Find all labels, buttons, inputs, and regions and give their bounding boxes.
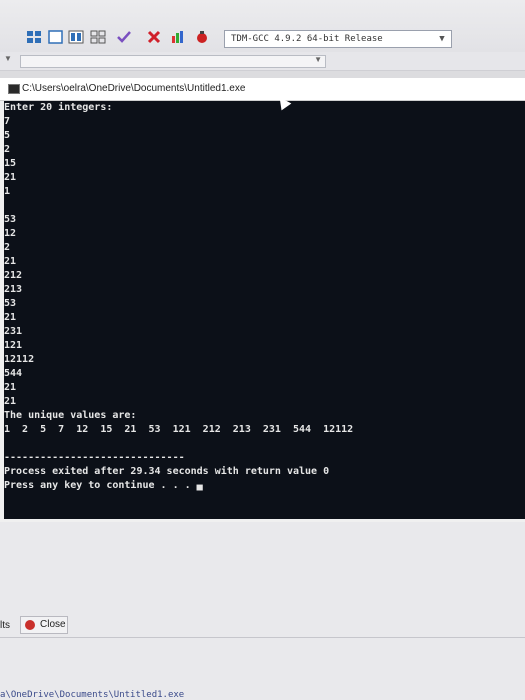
console-line: 1 bbox=[4, 186, 11, 197]
close-button[interactable]: Close bbox=[20, 616, 68, 634]
console-line: 7 bbox=[4, 116, 11, 127]
console-line: The unique values are: bbox=[4, 410, 137, 421]
chevron-down-icon[interactable]: ▼ bbox=[314, 55, 322, 64]
console-line: 21 bbox=[4, 312, 17, 323]
console-line: Press any key to continue . . . ▄ bbox=[4, 480, 203, 491]
console-line: Enter 20 integers: bbox=[4, 102, 113, 113]
console-line: 53 bbox=[4, 298, 17, 309]
bottom-panel: lts Close a\OneDrive\Documents\Untitled1… bbox=[0, 522, 525, 700]
console-window-title: C:\Users\oelra\OneDrive\Documents\Untitl… bbox=[22, 83, 246, 94]
console-line: 121 bbox=[4, 340, 23, 351]
check-icon[interactable] bbox=[116, 30, 132, 44]
console-output[interactable]: Enter 20 integers: 7 5 2 15 21 1 53 12 2 21 212 213 5… bbox=[4, 101, 525, 519]
function-select[interactable]: ▼ bbox=[20, 55, 326, 68]
console-line: 12 bbox=[4, 228, 17, 239]
single-window-icon[interactable] bbox=[48, 30, 64, 44]
debug-icon[interactable] bbox=[194, 30, 210, 44]
console-line: 15 bbox=[4, 158, 17, 169]
compiler-select[interactable]: TDM-GCC 4.9.2 64-bit Release ▼ bbox=[224, 30, 452, 48]
console-line: 231 bbox=[4, 326, 23, 337]
console-line: 21 bbox=[4, 396, 17, 407]
tab-compile-results[interactable]: lts bbox=[0, 620, 10, 631]
ide-toolbar: TDM-GCC 4.9.2 64-bit Release ▼ bbox=[0, 0, 525, 53]
close-red-icon[interactable] bbox=[146, 30, 162, 44]
bottom-tab-strip bbox=[0, 617, 525, 638]
console-line: 53 bbox=[4, 214, 17, 225]
console-line: Process exited after 29.34 seconds with … bbox=[4, 466, 330, 477]
chart-icon[interactable] bbox=[170, 30, 186, 44]
console-line: 544 bbox=[4, 368, 23, 379]
console-line: ------------------------------ bbox=[4, 452, 185, 463]
output-path: a\OneDrive\Documents\Untitled1.exe bbox=[0, 690, 185, 700]
console-line: 2 bbox=[4, 144, 11, 155]
tile-grid-icon[interactable] bbox=[90, 30, 106, 44]
chevron-down-icon[interactable]: ▼ bbox=[435, 31, 449, 47]
console-line: 21 bbox=[4, 382, 17, 393]
close-icon bbox=[25, 620, 35, 630]
window-grid-icon[interactable] bbox=[26, 30, 42, 44]
console-title-bar[interactable]: C:\Users\oelra\OneDrive\Documents\Untitl… bbox=[0, 78, 525, 101]
console-line: 1 2 5 7 12 15 21 53 121 212 213 231 544 … bbox=[4, 424, 354, 435]
console-line: 213 bbox=[4, 284, 23, 295]
compiler-select-value: TDM-GCC 4.9.2 64-bit Release bbox=[231, 34, 383, 44]
console-app-icon bbox=[8, 84, 20, 94]
console-line: 12112 bbox=[4, 354, 35, 365]
tile-icon[interactable] bbox=[68, 30, 84, 44]
console-line: 212 bbox=[4, 270, 23, 281]
console-line: 21 bbox=[4, 172, 17, 183]
console-line: 5 bbox=[4, 130, 11, 141]
chevron-down-icon[interactable]: ▼ bbox=[4, 54, 12, 63]
console-line: 2 bbox=[4, 242, 11, 253]
close-label: Close bbox=[40, 619, 66, 630]
console-line: 21 bbox=[4, 256, 17, 267]
